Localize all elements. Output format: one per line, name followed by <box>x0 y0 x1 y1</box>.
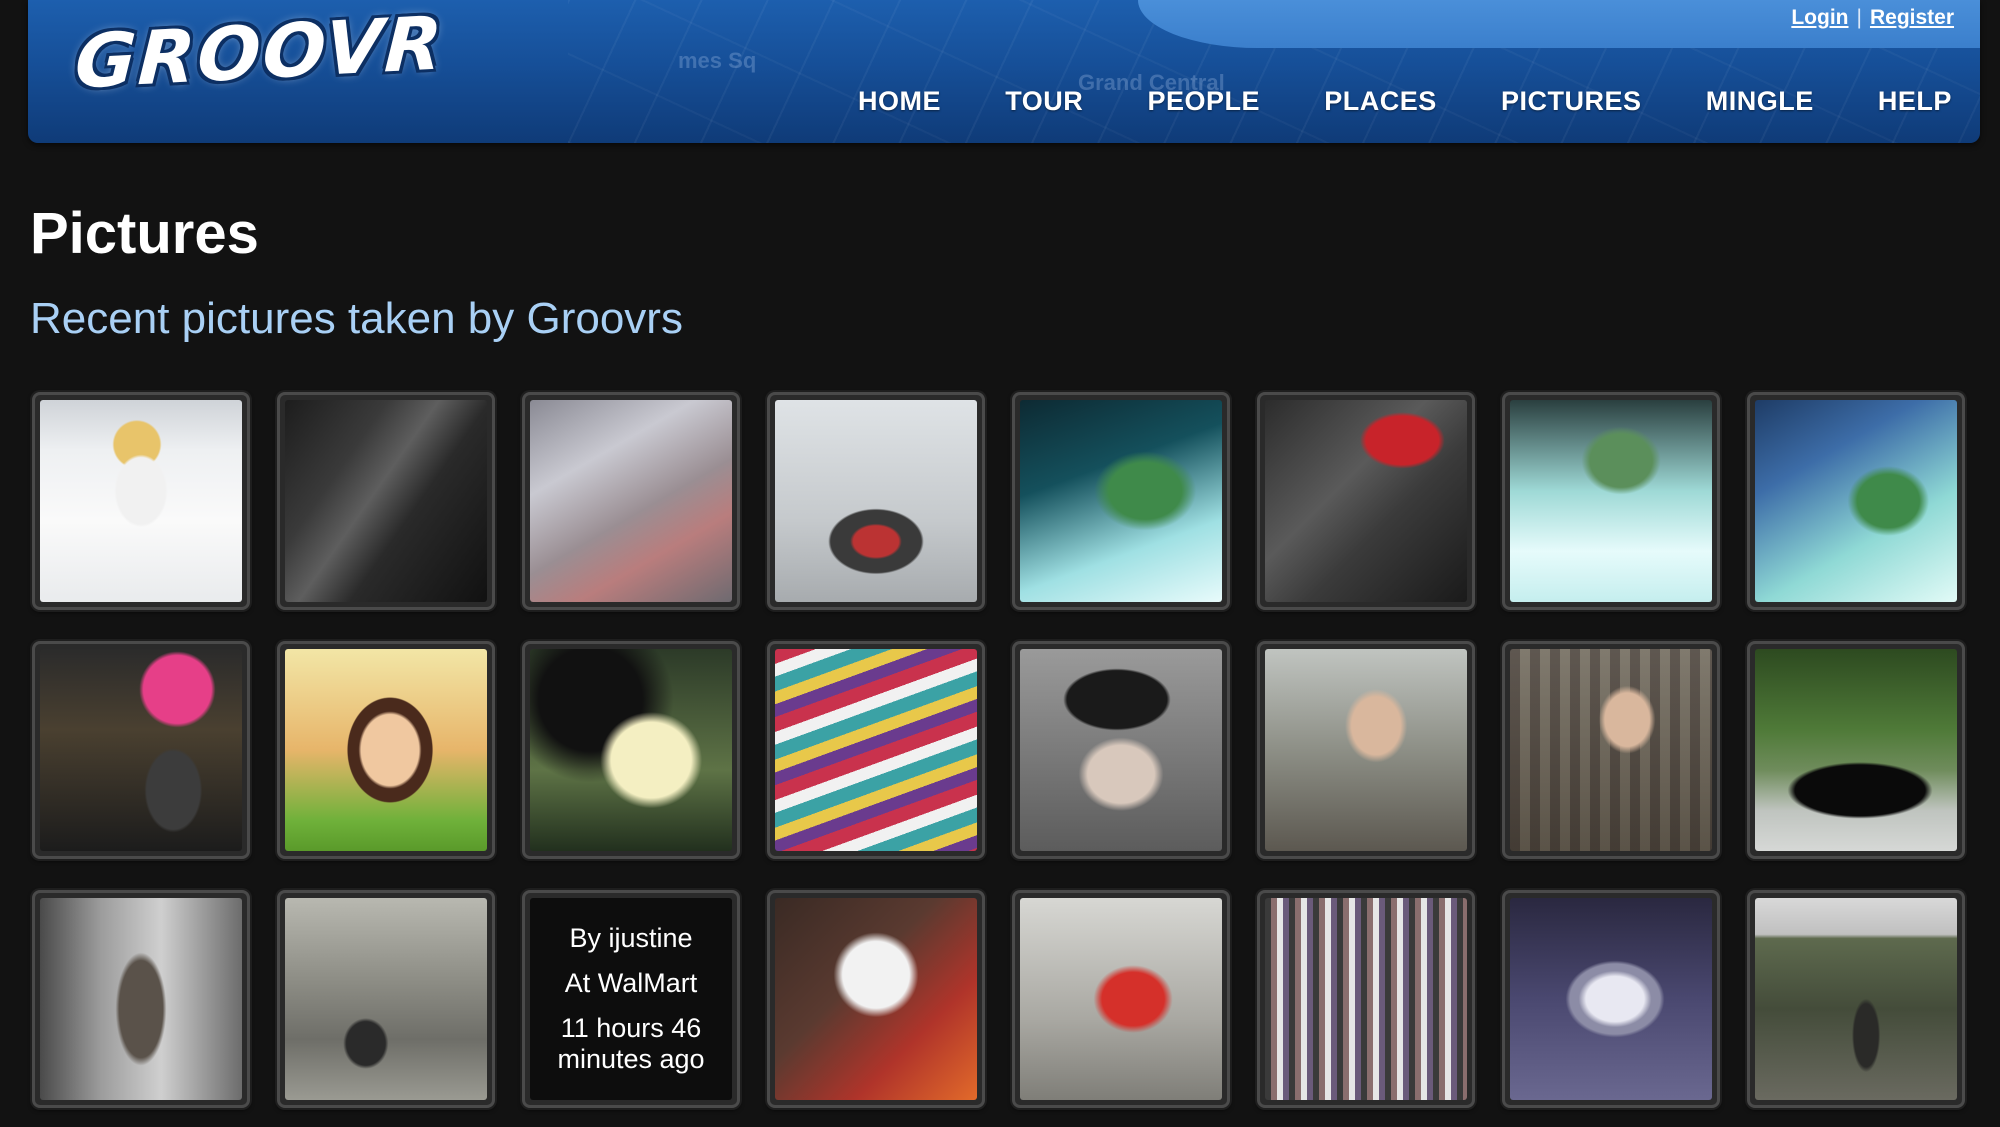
photo-thumbnail[interactable] <box>1502 392 1720 610</box>
auth-links: Login | Register <box>1791 6 1954 30</box>
photo-cat-laptop-2 <box>1755 400 1957 602</box>
photo-thumbnail[interactable] <box>1502 890 1720 1108</box>
photo-thumbnail[interactable] <box>767 392 985 610</box>
photo-thumbnail[interactable] <box>277 641 495 859</box>
site-header: mes Sq Grand Central GROOVR Login | Regist… <box>28 0 1980 143</box>
login-link[interactable]: Login <box>1791 6 1848 29</box>
photo-man-plaid-shirt <box>1510 649 1712 851</box>
photo-avatar-snow <box>40 400 242 602</box>
photo-black-car <box>1755 649 1957 851</box>
main-nav: HOME TOUR PEOPLE PLACES PICTURES MINGLE … <box>858 86 1952 117</box>
photo-thumbnail[interactable] <box>1012 890 1230 1108</box>
photo-blurred-figure <box>40 898 242 1100</box>
nav-home[interactable]: HOME <box>858 86 941 117</box>
photo-cat-laptop-1 <box>1020 400 1222 602</box>
info-time-line1: 11 hours 46 <box>560 1013 702 1043</box>
nav-mingle[interactable]: MINGLE <box>1706 86 1814 117</box>
photo-grid: By ijustine At WalMart 11 hours 46 minut… <box>32 392 1965 1108</box>
photo-thumbnail[interactable] <box>277 890 495 1108</box>
photo-dark-doorway <box>285 400 487 602</box>
photo-man-with-phone <box>1265 649 1467 851</box>
nav-tour[interactable]: TOUR <box>1005 86 1083 117</box>
photo-tokyo-sign <box>530 400 732 602</box>
photo-kitchen-worker <box>285 898 487 1100</box>
map-decor-text: mes Sq <box>678 48 757 73</box>
photo-thumbnail[interactable] <box>1257 641 1475 859</box>
photo-thumbnail[interactable] <box>32 890 250 1108</box>
photo-thumbnail[interactable] <box>32 641 250 859</box>
photo-white-puppy <box>775 898 977 1100</box>
photo-thumbnail[interactable] <box>1012 641 1230 859</box>
photo-thumbnail[interactable] <box>1747 890 1965 1108</box>
info-location: At WalMart <box>564 967 698 998</box>
nav-places[interactable]: PLACES <box>1324 86 1437 117</box>
photo-thumbnail[interactable] <box>1747 392 1965 610</box>
auth-separator: | <box>1856 6 1862 29</box>
photo-virtual-plane <box>775 400 977 602</box>
picture-info-overlay: By ijustine At WalMart 11 hours 46 minut… <box>530 898 732 1100</box>
groovr-logo[interactable]: GROOVR <box>73 0 446 105</box>
info-time-line2: minutes ago <box>557 1044 705 1075</box>
photo-person-red-jacket <box>1020 898 1222 1100</box>
photo-macbook-bag <box>1265 400 1467 602</box>
photo-thumbnail[interactable] <box>767 641 985 859</box>
photo-thumbnail[interactable] <box>1747 641 1965 859</box>
photo-thumbnail[interactable] <box>1502 641 1720 859</box>
photo-clothing-store <box>1265 898 1467 1100</box>
info-author: By ijustine <box>569 922 693 953</box>
photo-thumbnail[interactable] <box>277 392 495 610</box>
photo-cat-striped-blanket <box>775 649 977 851</box>
photo-thumbnail[interactable] <box>522 392 740 610</box>
photo-gem-ring <box>1510 898 1712 1100</box>
photo-thumbnail[interactable] <box>32 392 250 610</box>
photo-info-card[interactable]: By ijustine At WalMart 11 hours 46 minut… <box>522 890 740 1108</box>
photo-cat-pillow <box>1510 400 1712 602</box>
photo-thumbnail[interactable] <box>767 890 985 1108</box>
photo-thumbnail[interactable] <box>1257 890 1475 1108</box>
nav-pictures[interactable]: PICTURES <box>1501 86 1642 117</box>
photo-pink-hair-avatar <box>40 649 242 851</box>
photo-man-in-cap <box>1020 649 1222 851</box>
photo-thumbnail[interactable] <box>1257 392 1475 610</box>
photo-field-person <box>1755 898 1957 1100</box>
register-link[interactable]: Register <box>1870 6 1954 29</box>
page-subtitle: Recent pictures taken by Groovrs <box>30 294 683 343</box>
photo-man-closeup <box>530 649 732 851</box>
page-title: Pictures <box>30 201 259 266</box>
nav-people[interactable]: PEOPLE <box>1147 86 1260 117</box>
info-time: 11 hours 46 minutes ago <box>557 1013 704 1075</box>
photo-thumbnail[interactable] <box>1012 392 1230 610</box>
photo-thumbnail[interactable] <box>522 641 740 859</box>
photo-woman-portrait <box>285 649 487 851</box>
nav-help[interactable]: HELP <box>1878 86 1952 117</box>
